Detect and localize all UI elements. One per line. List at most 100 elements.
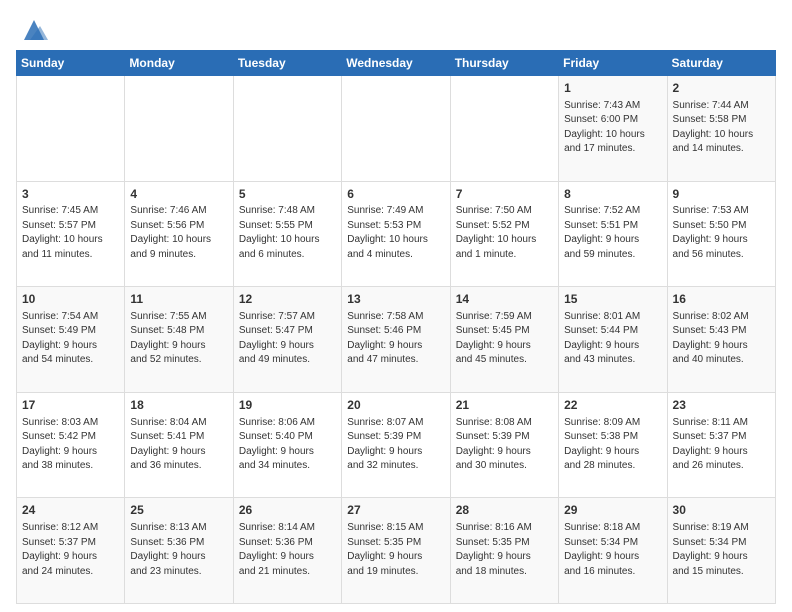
calendar-cell: 14Sunrise: 7:59 AM Sunset: 5:45 PM Dayli… (450, 287, 558, 393)
day-info: Sunrise: 8:01 AM Sunset: 5:44 PM Dayligh… (564, 310, 661, 368)
day-number: 4 (130, 186, 227, 203)
calendar-row-2: 10Sunrise: 7:54 AM Sunset: 5:49 PM Dayli… (17, 287, 776, 393)
day-number: 27 (347, 502, 444, 519)
day-number: 1 (564, 80, 661, 97)
day-number: 12 (239, 291, 336, 308)
calendar-cell: 5Sunrise: 7:48 AM Sunset: 5:55 PM Daylig… (233, 181, 341, 287)
calendar-cell (450, 76, 558, 182)
calendar-cell (233, 76, 341, 182)
day-info: Sunrise: 7:46 AM Sunset: 5:56 PM Dayligh… (130, 204, 227, 262)
calendar-cell: 27 Sunrise: 8:15 AM Sunset: 5:35 PM Dayli… (342, 498, 450, 604)
calendar-row-3: 17 Sunrise: 8:03 AM Sunset: 5:42 PM Dayli… (17, 392, 776, 498)
calendar-cell: 9Sunrise: 7:53 AM Sunset: 5:50 PM Daylig… (667, 181, 775, 287)
calendar-header-row: SundayMondayTuesdayWednesdayThursdayFrid… (17, 51, 776, 76)
day-number: 30 (673, 502, 770, 519)
calendar-cell: 13 Sunrise: 7:58 AM Sunset: 5:46 PM Dayli… (342, 287, 450, 393)
calendar-cell: 25 Sunrise: 8:13 AM Sunset: 5:36 PM Dayli… (125, 498, 233, 604)
day-number: 10 (22, 291, 119, 308)
day-number: 29 (564, 502, 661, 519)
calendar-cell: 21 Sunrise: 8:08 AM Sunset: 5:39 PM Dayli… (450, 392, 558, 498)
logo-icon (20, 16, 48, 44)
day-info: Sunrise: 8:07 AM Sunset: 5:39 PM Dayligh… (347, 416, 444, 474)
day-number: 21 (456, 397, 553, 414)
calendar-cell: 20 Sunrise: 8:07 AM Sunset: 5:39 PM Dayli… (342, 392, 450, 498)
day-number: 9 (673, 186, 770, 203)
day-info: Sunrise: 8:06 AM Sunset: 5:40 PM Dayligh… (239, 416, 336, 474)
day-number: 20 (347, 397, 444, 414)
calendar-cell: 16 Sunrise: 8:02 AM Sunset: 5:43 PM Dayli… (667, 287, 775, 393)
day-info: Sunrise: 8:11 AM Sunset: 5:37 PM Dayligh… (673, 416, 770, 474)
calendar-cell: 1 Sunrise: 7:43 AM Sunset: 6:00 PM Daylig… (559, 76, 667, 182)
day-number: 2 (673, 80, 770, 97)
day-number: 23 (673, 397, 770, 414)
day-info: Sunrise: 8:09 AM Sunset: 5:38 PM Dayligh… (564, 416, 661, 474)
day-number: 3 (22, 186, 119, 203)
day-number: 11 (130, 291, 227, 308)
calendar-header-wednesday: Wednesday (342, 51, 450, 76)
calendar-cell: 12 Sunrise: 7:57 AM Sunset: 5:47 PM Dayli… (233, 287, 341, 393)
day-info: Sunrise: 8:02 AM Sunset: 5:43 PM Dayligh… (673, 310, 770, 368)
calendar-header-friday: Friday (559, 51, 667, 76)
calendar-row-0: 1 Sunrise: 7:43 AM Sunset: 6:00 PM Daylig… (17, 76, 776, 182)
calendar-cell (342, 76, 450, 182)
header (16, 12, 776, 44)
calendar-header-sunday: Sunday (17, 51, 125, 76)
calendar-cell: 18Sunrise: 8:04 AM Sunset: 5:41 PM Dayli… (125, 392, 233, 498)
day-number: 17 (22, 397, 119, 414)
calendar-cell: 4Sunrise: 7:46 AM Sunset: 5:56 PM Daylig… (125, 181, 233, 287)
day-number: 19 (239, 397, 336, 414)
day-info: Sunrise: 7:57 AM Sunset: 5:47 PM Dayligh… (239, 310, 336, 368)
day-info: Sunrise: 7:58 AM Sunset: 5:46 PM Dayligh… (347, 310, 444, 368)
calendar-header-thursday: Thursday (450, 51, 558, 76)
day-info: Sunrise: 7:50 AM Sunset: 5:52 PM Dayligh… (456, 204, 553, 262)
calendar-cell: 28Sunrise: 8:16 AM Sunset: 5:35 PM Dayli… (450, 498, 558, 604)
calendar-cell: 11 Sunrise: 7:55 AM Sunset: 5:48 PM Dayli… (125, 287, 233, 393)
day-info: Sunrise: 8:03 AM Sunset: 5:42 PM Dayligh… (22, 416, 119, 474)
calendar-cell: 26 Sunrise: 8:14 AM Sunset: 5:36 PM Dayli… (233, 498, 341, 604)
day-number: 5 (239, 186, 336, 203)
day-number: 15 (564, 291, 661, 308)
day-number: 22 (564, 397, 661, 414)
calendar-cell (125, 76, 233, 182)
day-info: Sunrise: 8:04 AM Sunset: 5:41 PM Dayligh… (130, 416, 227, 474)
calendar-header-tuesday: Tuesday (233, 51, 341, 76)
day-number: 26 (239, 502, 336, 519)
calendar-cell: 15 Sunrise: 8:01 AM Sunset: 5:44 PM Dayli… (559, 287, 667, 393)
page: SundayMondayTuesdayWednesdayThursdayFrid… (0, 0, 792, 612)
calendar-cell: 2 Sunrise: 7:44 AM Sunset: 5:58 PM Daylig… (667, 76, 775, 182)
day-info: Sunrise: 8:19 AM Sunset: 5:34 PM Dayligh… (673, 521, 770, 579)
day-number: 16 (673, 291, 770, 308)
day-info: Sunrise: 7:45 AM Sunset: 5:57 PM Dayligh… (22, 204, 119, 262)
calendar-cell: 29Sunrise: 8:18 AM Sunset: 5:34 PM Dayli… (559, 498, 667, 604)
day-number: 24 (22, 502, 119, 519)
calendar-cell: 6Sunrise: 7:49 AM Sunset: 5:53 PM Daylig… (342, 181, 450, 287)
calendar-cell: 10Sunrise: 7:54 AM Sunset: 5:49 PM Dayli… (17, 287, 125, 393)
day-info: Sunrise: 8:13 AM Sunset: 5:36 PM Dayligh… (130, 521, 227, 579)
day-number: 8 (564, 186, 661, 203)
calendar-row-4: 24Sunrise: 8:12 AM Sunset: 5:37 PM Dayli… (17, 498, 776, 604)
day-info: Sunrise: 8:14 AM Sunset: 5:36 PM Dayligh… (239, 521, 336, 579)
calendar-header-monday: Monday (125, 51, 233, 76)
day-info: Sunrise: 7:43 AM Sunset: 6:00 PM Dayligh… (564, 99, 661, 157)
day-number: 7 (456, 186, 553, 203)
day-info: Sunrise: 7:52 AM Sunset: 5:51 PM Dayligh… (564, 204, 661, 262)
day-info: Sunrise: 8:15 AM Sunset: 5:35 PM Dayligh… (347, 521, 444, 579)
calendar-cell: 8Sunrise: 7:52 AM Sunset: 5:51 PM Daylig… (559, 181, 667, 287)
day-info: Sunrise: 7:48 AM Sunset: 5:55 PM Dayligh… (239, 204, 336, 262)
day-info: Sunrise: 7:53 AM Sunset: 5:50 PM Dayligh… (673, 204, 770, 262)
calendar-header-saturday: Saturday (667, 51, 775, 76)
day-info: Sunrise: 7:44 AM Sunset: 5:58 PM Dayligh… (673, 99, 770, 157)
calendar-cell: 3Sunrise: 7:45 AM Sunset: 5:57 PM Daylig… (17, 181, 125, 287)
calendar-cell: 23 Sunrise: 8:11 AM Sunset: 5:37 PM Dayli… (667, 392, 775, 498)
calendar-cell: 7Sunrise: 7:50 AM Sunset: 5:52 PM Daylig… (450, 181, 558, 287)
calendar-cell: 22 Sunrise: 8:09 AM Sunset: 5:38 PM Dayli… (559, 392, 667, 498)
day-info: Sunrise: 8:08 AM Sunset: 5:39 PM Dayligh… (456, 416, 553, 474)
calendar-table: SundayMondayTuesdayWednesdayThursdayFrid… (16, 50, 776, 604)
calendar-cell: 24Sunrise: 8:12 AM Sunset: 5:37 PM Dayli… (17, 498, 125, 604)
calendar-row-1: 3Sunrise: 7:45 AM Sunset: 5:57 PM Daylig… (17, 181, 776, 287)
day-info: Sunrise: 7:55 AM Sunset: 5:48 PM Dayligh… (130, 310, 227, 368)
day-number: 25 (130, 502, 227, 519)
calendar-cell: 17 Sunrise: 8:03 AM Sunset: 5:42 PM Dayli… (17, 392, 125, 498)
day-number: 13 (347, 291, 444, 308)
day-info: Sunrise: 7:59 AM Sunset: 5:45 PM Dayligh… (456, 310, 553, 368)
